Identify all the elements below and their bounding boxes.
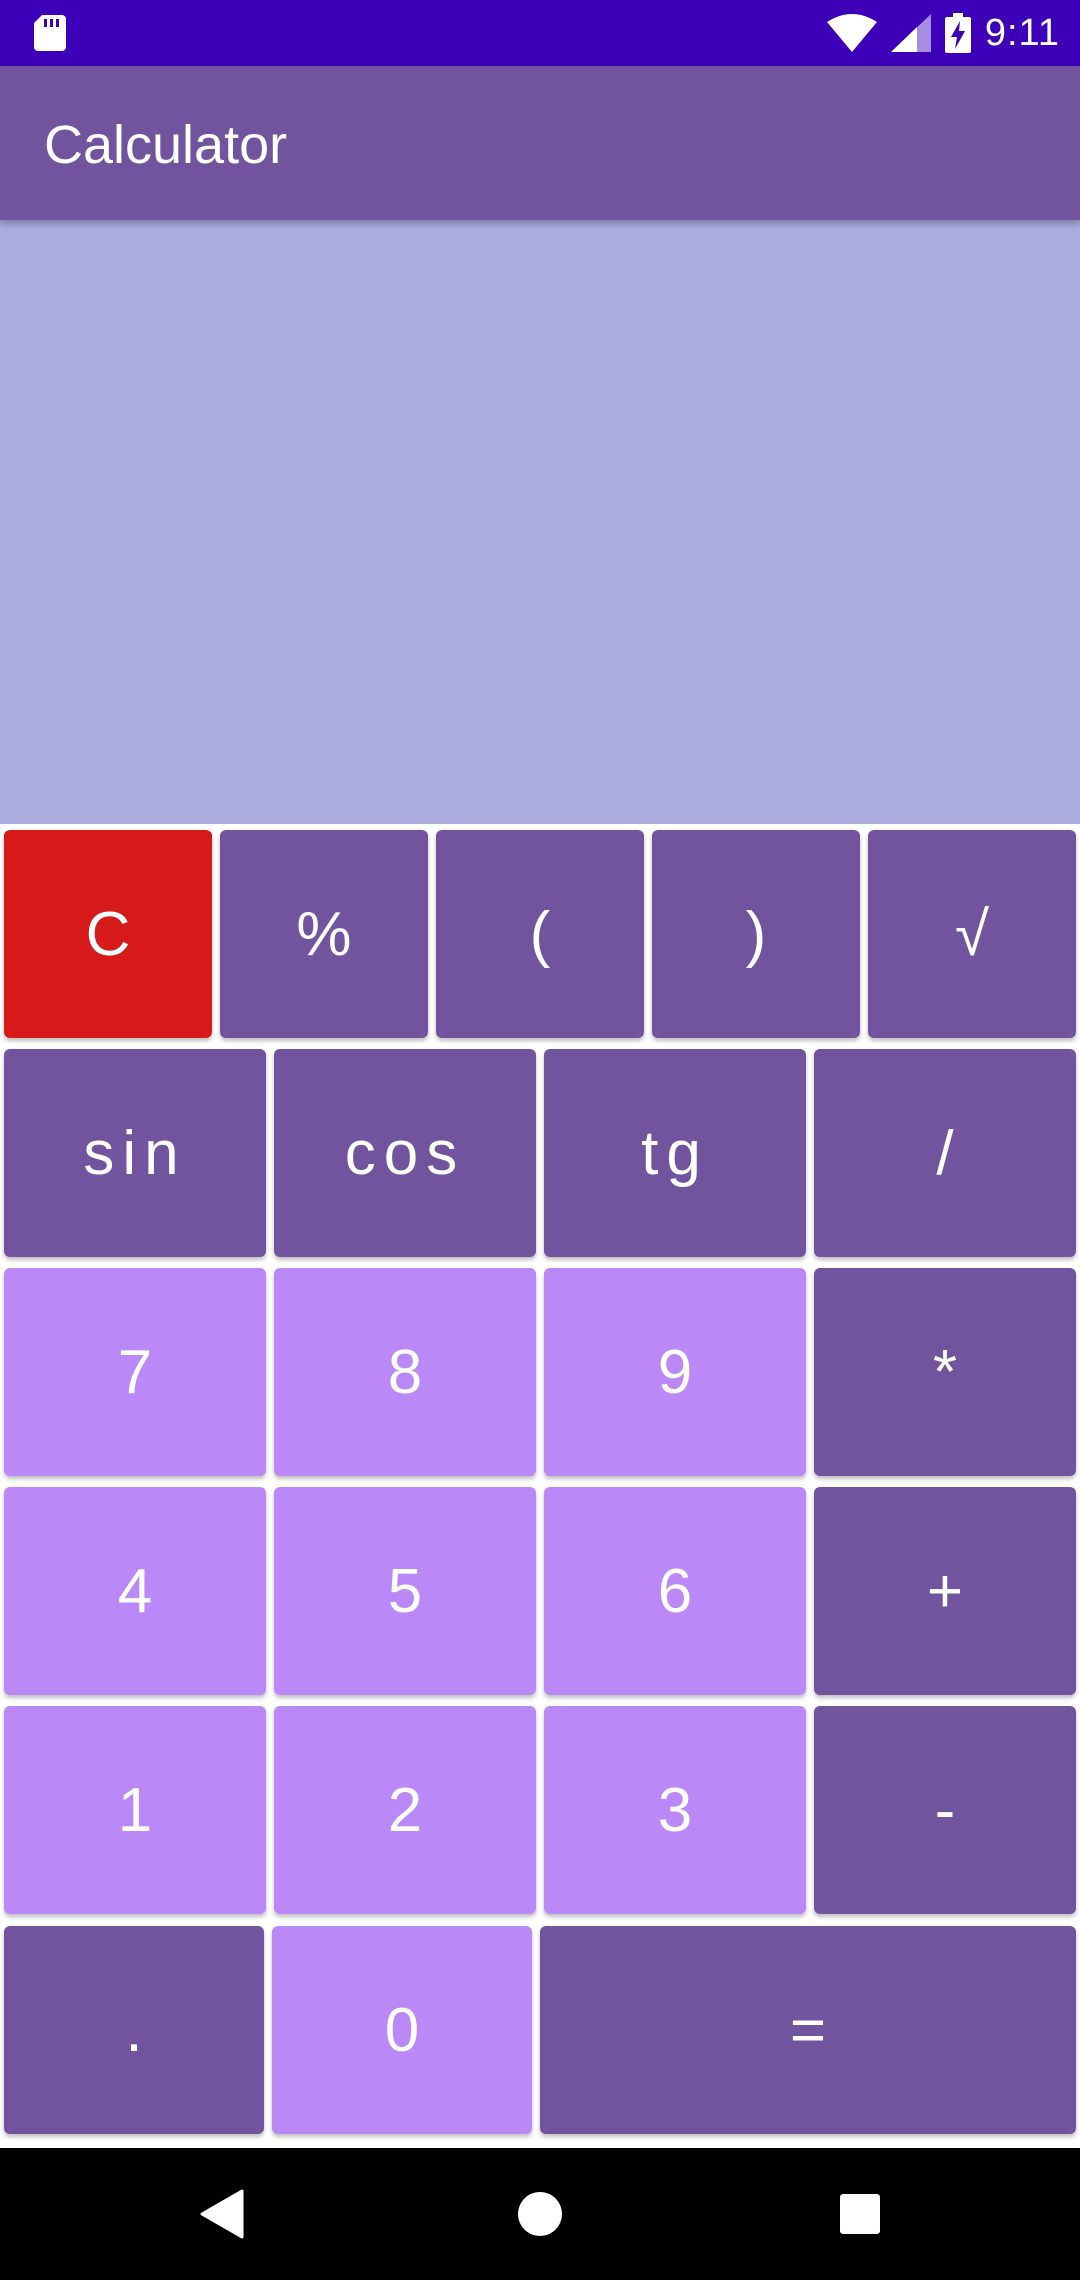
divide-button[interactable]: / — [814, 1049, 1076, 1257]
sd-card-icon — [34, 15, 66, 51]
app-title: Calculator — [44, 115, 288, 175]
digit-4-button[interactable]: 4 — [4, 1487, 266, 1695]
plus-button[interactable]: + — [814, 1487, 1076, 1695]
digit-9-button[interactable]: 9 — [544, 1268, 806, 1476]
decimal-button[interactable]: . — [4, 1926, 264, 2134]
keypad: C % ( ) √ sin cos tg / 7 8 9 * 4 5 6 + 1… — [0, 824, 1080, 2148]
digit-6-button[interactable]: 6 — [544, 1487, 806, 1695]
digit-2-button[interactable]: 2 — [274, 1706, 536, 1914]
home-button[interactable] — [504, 2178, 576, 2250]
status-bar: 9:11 — [0, 0, 1080, 66]
cell-signal-icon — [890, 14, 931, 52]
equals-button[interactable]: = — [540, 1926, 1076, 2134]
clock: 9:11 — [984, 11, 1060, 54]
digit-1-button[interactable]: 1 — [4, 1706, 266, 1914]
recents-button[interactable] — [824, 2178, 896, 2250]
digit-5-button[interactable]: 5 — [274, 1487, 536, 1695]
app-bar: Calculator — [0, 66, 1080, 220]
home-icon — [518, 2192, 562, 2236]
calculator-display — [0, 220, 1080, 824]
status-icons: 9:11 — [826, 0, 1060, 66]
open-paren-button[interactable]: ( — [436, 830, 644, 1038]
back-button[interactable] — [186, 2178, 258, 2250]
sin-button[interactable]: sin — [4, 1049, 266, 1257]
multiply-button[interactable]: * — [814, 1268, 1076, 1476]
wifi-icon — [826, 14, 877, 52]
cos-button[interactable]: cos — [274, 1049, 536, 1257]
back-icon — [200, 2189, 244, 2239]
digit-8-button[interactable]: 8 — [274, 1268, 536, 1476]
percent-button[interactable]: % — [220, 830, 428, 1038]
battery-charging-icon — [944, 13, 971, 53]
digit-3-button[interactable]: 3 — [544, 1706, 806, 1914]
digit-7-button[interactable]: 7 — [4, 1268, 266, 1476]
recents-icon — [840, 2194, 880, 2234]
clear-button[interactable]: C — [4, 830, 212, 1038]
navigation-bar — [0, 2148, 1080, 2280]
minus-button[interactable]: - — [814, 1706, 1076, 1914]
sqrt-button[interactable]: √ — [868, 830, 1076, 1038]
close-paren-button[interactable]: ) — [652, 830, 860, 1038]
digit-0-button[interactable]: 0 — [272, 1926, 532, 2134]
tg-button[interactable]: tg — [544, 1049, 806, 1257]
